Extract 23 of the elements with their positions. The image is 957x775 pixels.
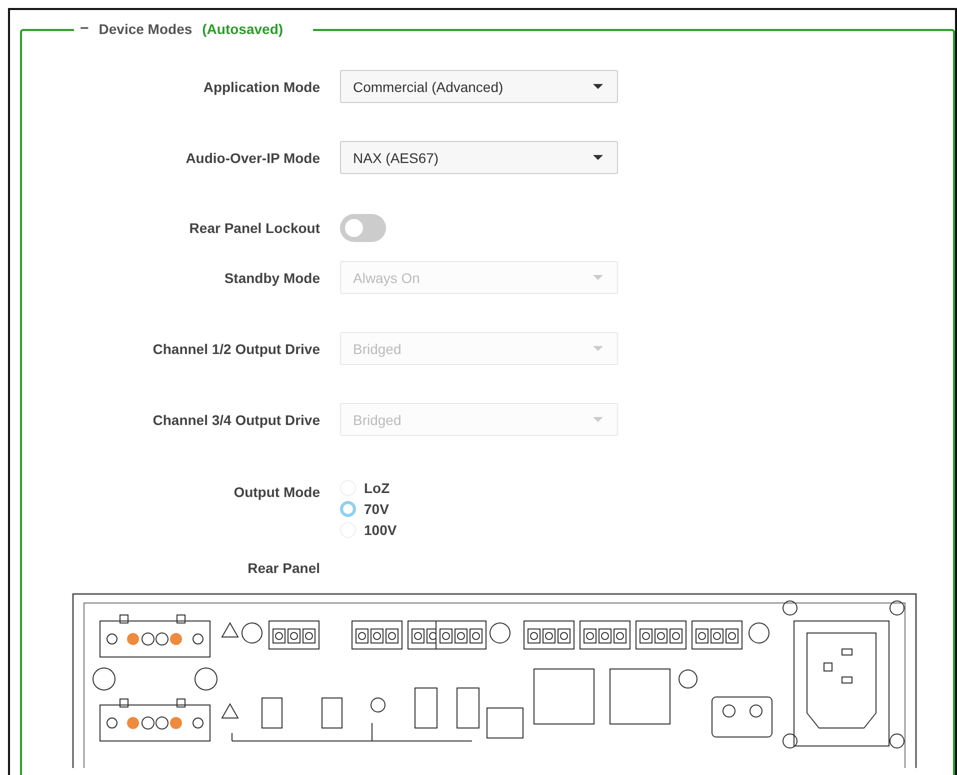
field-label: Audio-Over-IP Mode [184,150,321,166]
collapse-button[interactable]: − [80,20,89,37]
field-label: Rear Panel Lockout [188,220,321,236]
radio-button[interactable] [340,501,356,517]
caret-icon [593,346,603,351]
radio-label[interactable]: LoZ [364,480,390,496]
section-title: Device Modes [98,20,192,36]
caret-icon [593,84,603,89]
field-label: Channel 3/4 Output Drive [152,412,321,428]
dropdown[interactable]: NAX (AES67) [340,141,618,174]
toggle-switch[interactable] [340,214,386,242]
field-label: Application Mode [202,78,321,94]
radio-label[interactable]: 70V [364,501,389,517]
autosave-status: (Autosaved) [202,20,284,36]
caret-icon [593,417,603,422]
dropdown[interactable]: Commercial (Advanced) [340,70,618,103]
field-label: Rear Panel [246,560,321,576]
field-label: Standby Mode [223,270,321,286]
field-label: Output Mode [232,483,321,500]
caret-icon [593,275,603,280]
field-label: Channel 1/2 Output Drive [152,340,321,356]
caret-icon [593,155,603,160]
radio-label[interactable]: 100V [364,522,397,538]
